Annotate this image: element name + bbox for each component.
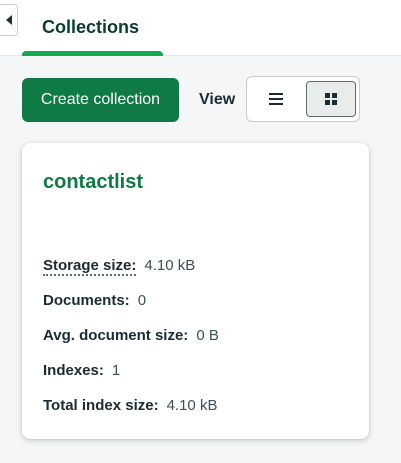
- stat-label: Documents:: [43, 292, 130, 309]
- active-tab-indicator: [22, 51, 163, 56]
- stat-documents: Documents: 0: [43, 292, 146, 309]
- tab-collections[interactable]: Collections: [22, 0, 163, 56]
- stat-indexes: Indexes: 1: [43, 362, 120, 379]
- view-toggle: [246, 76, 360, 122]
- stat-label: Avg. document size:: [43, 327, 189, 344]
- stat-total-index-size: Total index size: 4.10 kB: [43, 397, 217, 414]
- stat-value: 1: [111, 362, 121, 379]
- stat-value: 0 B: [196, 327, 219, 344]
- top-bar: Collections: [0, 0, 401, 56]
- stat-storage-size: Storage size: 4.10 kB: [43, 257, 196, 276]
- caret-left-icon: [5, 15, 12, 25]
- stat-label: Total index size:: [43, 397, 159, 414]
- grid-icon: [325, 93, 337, 105]
- stat-value: 0: [137, 292, 147, 309]
- grid-view-button[interactable]: [306, 81, 356, 117]
- list-view-button[interactable]: [251, 81, 301, 117]
- view-label: View: [199, 91, 236, 108]
- create-collection-button[interactable]: Create collection: [22, 78, 179, 122]
- stat-value: 4.10 kB: [144, 257, 196, 274]
- stat-avg-document-size: Avg. document size: 0 B: [43, 327, 219, 344]
- collection-name[interactable]: contactlist: [43, 171, 143, 194]
- stat-label[interactable]: Storage size:: [43, 257, 137, 276]
- tab-label: Collections: [42, 17, 140, 37]
- stat-label: Indexes:: [43, 362, 104, 379]
- stat-value: 4.10 kB: [166, 397, 218, 414]
- collapse-sidebar-button[interactable]: [0, 4, 18, 36]
- list-icon: [269, 93, 283, 105]
- collection-card[interactable]: contactlist Storage size: 4.10 kB Documen…: [22, 143, 369, 439]
